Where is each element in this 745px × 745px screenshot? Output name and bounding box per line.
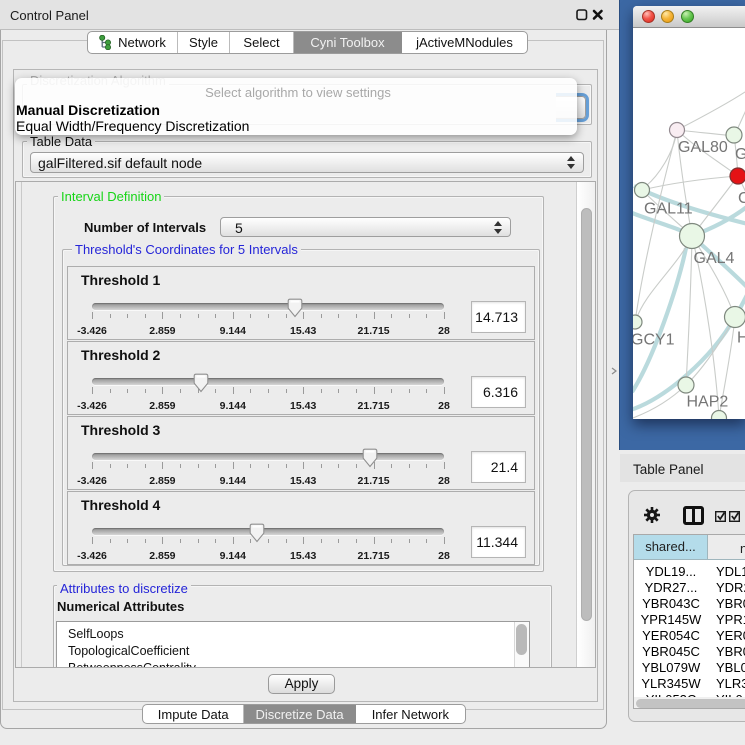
- svg-text:GAL11: GAL11: [644, 201, 693, 218]
- svg-text:HAP2: HAP2: [687, 394, 729, 411]
- svg-text:H: H: [737, 330, 745, 347]
- svg-text:C...: C...: [738, 190, 745, 207]
- svg-text:GAL4: GAL4: [694, 250, 735, 267]
- svg-text:GCY1: GCY1: [633, 332, 675, 349]
- svg-text:G...: G...: [735, 146, 745, 163]
- svg-text:GAL80: GAL80: [678, 139, 728, 156]
